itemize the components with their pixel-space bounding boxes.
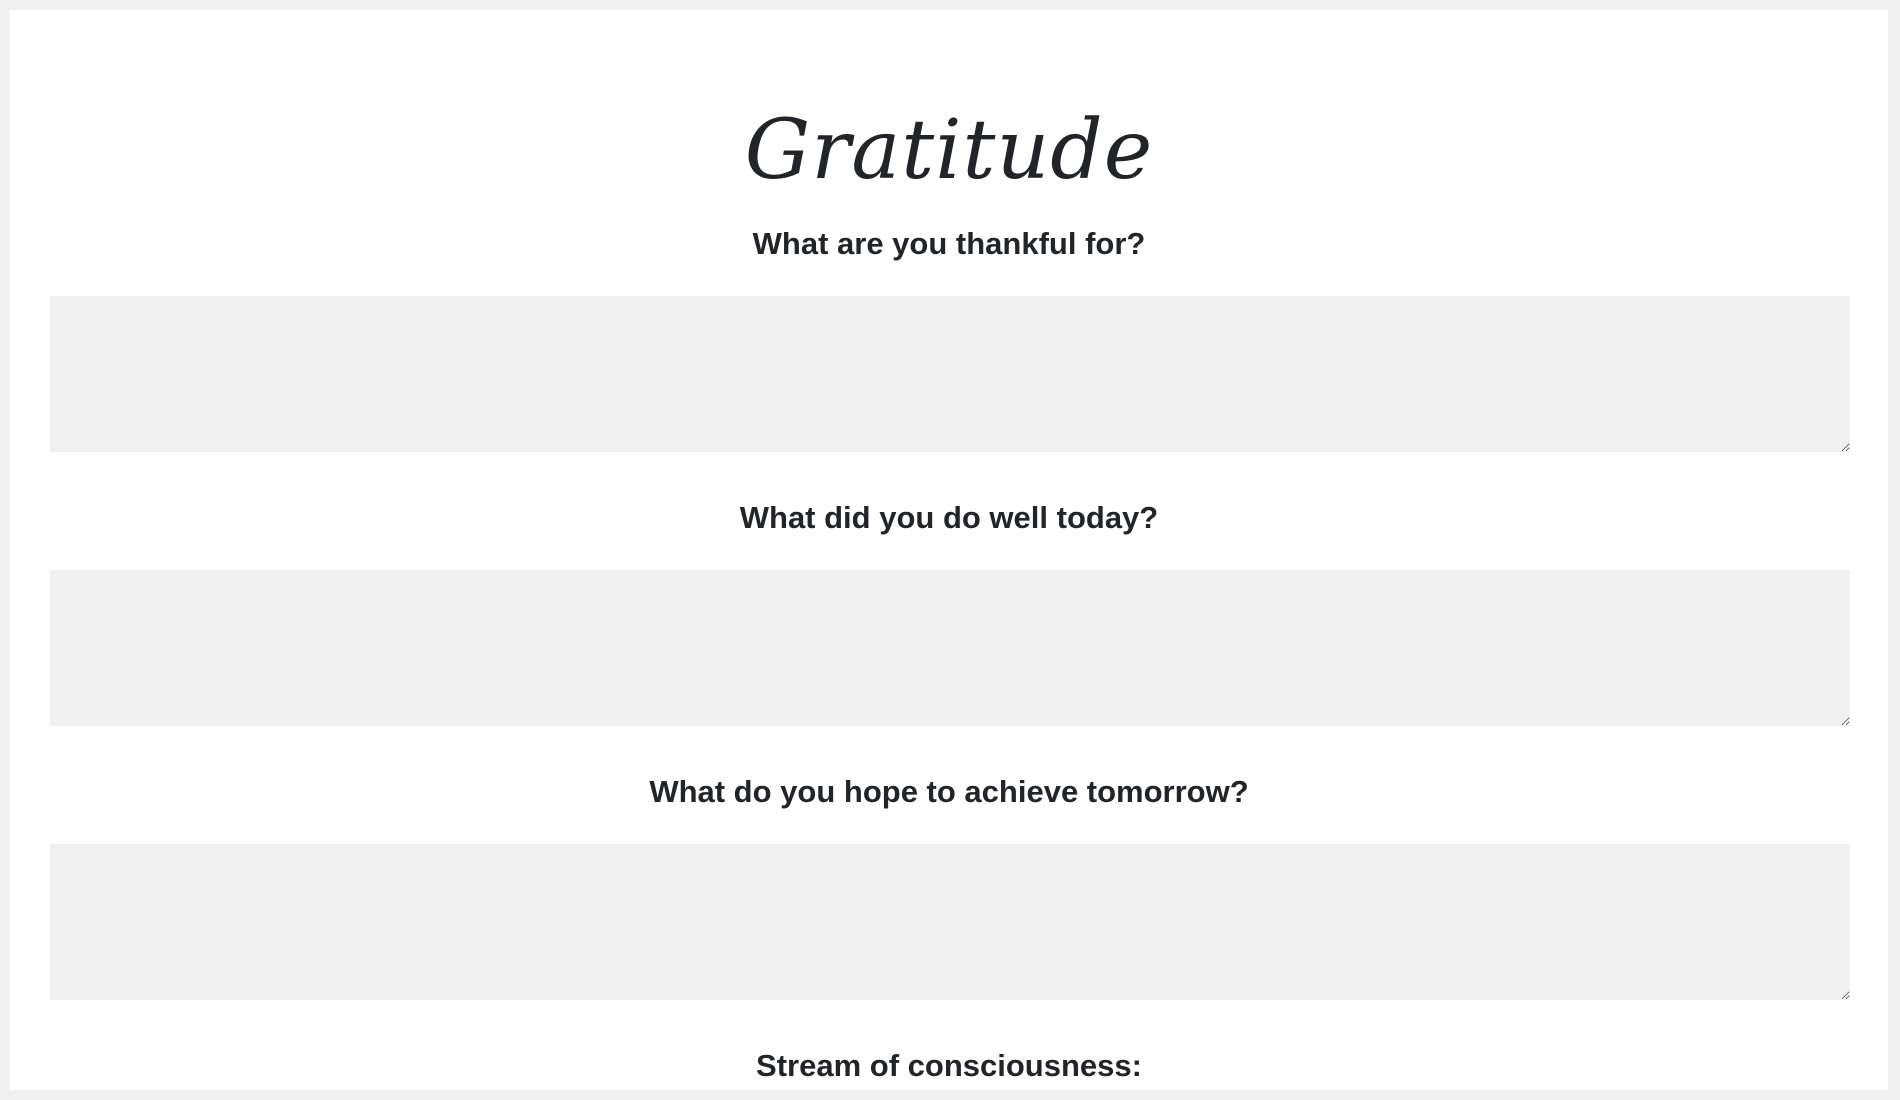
journal-card: Gratitude What are you thankful for? Wha… (10, 10, 1888, 1090)
question-did-well-label: What did you do well today? (739, 500, 1159, 535)
question-thankful-label: What are you thankful for? (752, 226, 1146, 261)
hope-tomorrow-textarea[interactable] (50, 844, 1850, 1000)
question-hope-tomorrow-label: What do you hope to achieve tomorrow? (649, 774, 1249, 809)
question-stream-label: Stream of consciousness: (756, 1048, 1142, 1083)
did-well-textarea[interactable] (50, 570, 1850, 726)
page-title: Gratitude (744, 103, 1154, 198)
thankful-textarea[interactable] (50, 296, 1850, 452)
